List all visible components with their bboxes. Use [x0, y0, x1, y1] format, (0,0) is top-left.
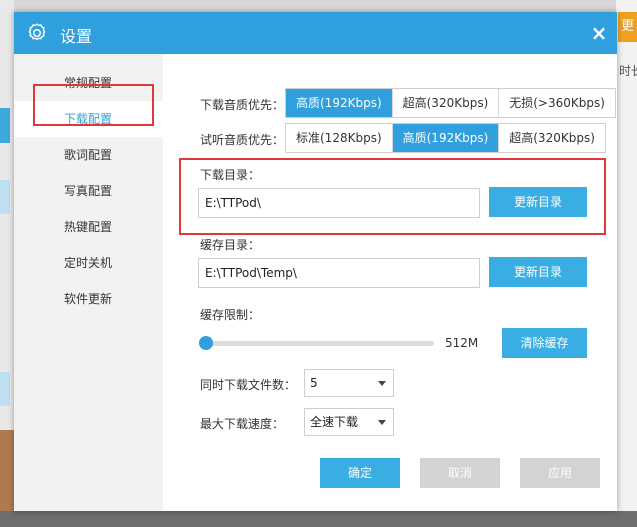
download-quality-label: 下载音质优先：: [200, 98, 285, 112]
background-app-button[interactable]: 更: [618, 12, 637, 42]
settings-sidebar: 常规配置 下载配置 歌词配置 写真配置 热键配置 定时关机 软件更新: [14, 54, 163, 511]
listen-quality-option-192[interactable]: 高质(192Kbps): [392, 124, 500, 152]
background-app-image: [0, 430, 14, 511]
download-dir-input[interactable]: [198, 188, 480, 218]
max-speed-value: 全速下载: [310, 415, 359, 429]
cache-dir-input[interactable]: [198, 258, 480, 288]
max-speed-label: 最大下载速度：: [200, 417, 285, 431]
concurrent-downloads-value: 5: [310, 376, 318, 390]
download-quality-option-320[interactable]: 超高(320Kbps): [392, 89, 500, 117]
background-app-text: 时长: [619, 64, 637, 78]
download-quality-option-192[interactable]: 高质(192Kbps): [286, 89, 393, 117]
dialog-titlebar[interactable]: 设置 ×: [14, 12, 617, 54]
update-download-dir-button[interactable]: 更新目录: [489, 187, 587, 217]
chevron-down-icon: [378, 420, 386, 425]
concurrent-downloads-label: 同时下载文件数：: [200, 378, 297, 392]
background-app-accent: [0, 108, 10, 143]
listen-quality-label: 试听音质优先：: [200, 133, 285, 147]
sidebar-item-download[interactable]: 下载配置: [14, 101, 163, 137]
listen-quality-selector: 标准(128Kbps) 高质(192Kbps) 超高(320Kbps): [285, 123, 606, 153]
update-cache-dir-button[interactable]: 更新目录: [489, 257, 587, 287]
cache-limit-slider-track[interactable]: [206, 341, 434, 346]
cache-limit-value: 512M: [445, 336, 479, 350]
background-app-bottom: [0, 511, 637, 527]
apply-button[interactable]: 应用: [520, 458, 600, 488]
ok-button[interactable]: 确定: [320, 458, 400, 488]
sidebar-item-shutdown-timer[interactable]: 定时关机: [14, 245, 163, 281]
cache-dir-label: 缓存目录：: [200, 238, 261, 252]
close-button[interactable]: ×: [587, 21, 611, 45]
background-app-row: [0, 372, 10, 406]
sidebar-item-lyrics[interactable]: 歌词配置: [14, 137, 163, 173]
max-speed-select[interactable]: 全速下载: [304, 408, 394, 436]
listen-quality-option-128[interactable]: 标准(128Kbps): [286, 124, 393, 152]
cancel-button[interactable]: 取消: [420, 458, 500, 488]
background-app-right: [616, 0, 637, 527]
download-dir-label: 下载目录：: [200, 168, 261, 182]
background-app-top: [0, 0, 637, 12]
download-quality-selector: 高质(192Kbps) 超高(320Kbps) 无损(>360Kbps): [285, 88, 616, 118]
listen-quality-option-320[interactable]: 超高(320Kbps): [499, 124, 605, 152]
sidebar-item-general[interactable]: 常规配置: [14, 65, 163, 101]
clear-cache-button[interactable]: 清除缓存: [502, 328, 587, 358]
concurrent-downloads-select[interactable]: 5: [304, 369, 394, 397]
sidebar-item-photo[interactable]: 写真配置: [14, 173, 163, 209]
cache-limit-label: 缓存限制：: [200, 308, 261, 322]
download-quality-option-lossless[interactable]: 无损(>360Kbps): [499, 89, 615, 117]
settings-dialog: 设置 × 常规配置 下载配置 歌词配置 写真配置 热键配置 定时关机 软件更新 …: [14, 12, 617, 511]
cache-limit-slider-handle[interactable]: [199, 336, 213, 350]
sidebar-item-update[interactable]: 软件更新: [14, 281, 163, 317]
background-app-row: [0, 180, 10, 214]
sidebar-item-hotkeys[interactable]: 热键配置: [14, 209, 163, 245]
gear-icon: [28, 23, 46, 41]
chevron-down-icon: [378, 381, 386, 386]
dialog-title: 设置: [60, 27, 93, 46]
